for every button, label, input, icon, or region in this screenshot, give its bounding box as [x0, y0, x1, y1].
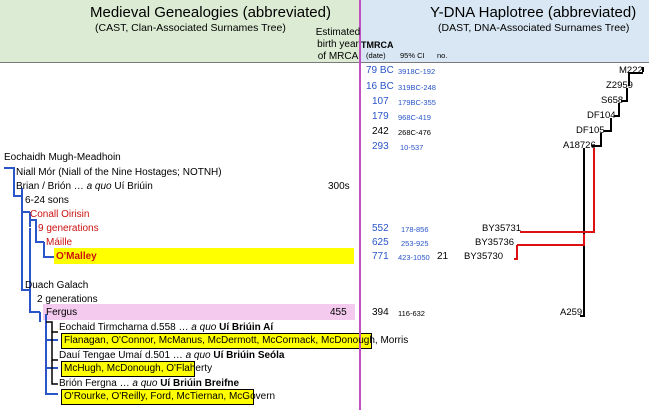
tree-branch — [517, 234, 585, 246]
surname-list: O'Rourke, O'Reilly, Ford, McTiernan, McG… — [64, 391, 276, 402]
genealogy-name-eochaid: Eochaid Tirmcharna d.558 … a quo Uí Briú… — [59, 322, 274, 333]
tree-branch — [21, 205, 30, 291]
tree-branch — [628, 72, 643, 86]
genealogy-name: Niall Mór (Niall of the Nine Hostages; N… — [16, 167, 222, 178]
tree-branch — [51, 360, 58, 385]
tree-branch — [584, 148, 595, 233]
genealogy-name: Máille — [46, 237, 73, 248]
genealogy-name-brion: Brión Fergna … a quo Uí Briúin Breifne — [59, 378, 240, 389]
genealogy-name: 9 generations — [38, 223, 99, 234]
genealogy-name: Eochaidh Mugh-Meadhoin — [4, 152, 121, 163]
genealogy-name: Duach Galach — [25, 280, 89, 291]
tree-branch — [514, 245, 518, 260]
tree-lines — [4, 67, 644, 395]
tree-branch — [614, 103, 620, 117]
genealogy-name: O'Malley — [56, 251, 97, 262]
surname-list: McHugh, McDonough, O'Flaherty — [64, 363, 213, 374]
genealogy-name-daui: Dauí Tengae Umaí d.501 … a quo Uí Briúin… — [59, 350, 285, 361]
genealogy-name-brian: Brian / Brión … a quo Uí Briúin — [16, 181, 153, 192]
birth-year-value: 455 — [330, 307, 347, 318]
tree-branch — [621, 88, 628, 102]
tree-branch — [4, 167, 15, 180]
genealogy-name: Conall Oirisin — [30, 209, 90, 220]
genealogy-name: Fergus — [46, 307, 78, 318]
genealogy-name: 6-24 sons — [25, 195, 69, 206]
birth-year-value: 300s — [328, 181, 350, 192]
surname-list: Flanagan, O'Connor, McManus, McDermott, … — [64, 335, 409, 346]
tree-branch — [592, 133, 602, 147]
tree-branch — [604, 118, 612, 132]
genealogy-name: 2 generations — [37, 294, 98, 305]
tree-branch — [51, 332, 58, 361]
tree-branch — [46, 321, 58, 333]
